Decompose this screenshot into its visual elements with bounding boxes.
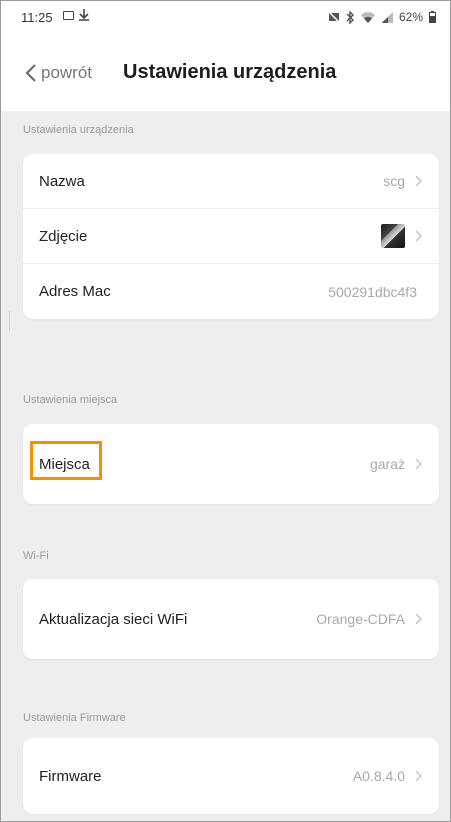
wifi-update-row[interactable]: Aktualizacja sieci WiFi Orange-CDFA (23, 579, 439, 659)
battery-percent: 62% (398, 10, 423, 24)
chevron-right-icon (415, 613, 423, 625)
firmware-label: Firmware (39, 767, 102, 785)
chevron-right-icon (415, 458, 423, 470)
firmware-settings-card: Firmware A0.8.4.0 (23, 738, 439, 814)
section-label-firmware: Ustawienia Firmware (23, 712, 126, 724)
place-value: garaż (369, 456, 405, 472)
mac-label: Adres Mac (39, 283, 111, 300)
scroll-edge (9, 311, 10, 331)
chevron-left-icon (25, 64, 36, 82)
wifi-settings-card: Aktualizacja sieci WiFi Orange-CDFA (23, 579, 439, 659)
highlight-box (30, 441, 102, 480)
status-left-icons (63, 9, 89, 21)
name-row[interactable]: Nazwa scg (23, 154, 439, 209)
download-icon (79, 9, 89, 21)
back-button[interactable]: powrót (25, 63, 92, 83)
back-label: powrót (41, 63, 93, 82)
section-label-device: Ustawienia urządzenia (23, 124, 134, 136)
bluetooth-icon (346, 10, 354, 24)
firmware-value: A0.8.4.0 (352, 768, 405, 784)
device-settings-card: Nazwa scg Zdjęcie Adres Mac 500291dbc4f3 (23, 154, 439, 319)
device-photo-thumbnail (381, 224, 405, 248)
page-title: Ustawienia urządzenia (123, 61, 337, 83)
section-label-place: Ustawienia miejsca (23, 394, 118, 406)
signal-icon (380, 11, 393, 23)
mac-row: Adres Mac 500291dbc4f3 (23, 264, 439, 319)
status-time: 11:25 (21, 10, 53, 25)
wifi-update-label: Aktualizacja sieci WiFi (39, 610, 188, 628)
photo-label: Zdjęcie (39, 227, 88, 245)
mute-icon (327, 11, 340, 23)
gallery-icon (63, 10, 74, 20)
chevron-right-icon (415, 230, 423, 242)
status-right-icons: 62% (327, 10, 436, 24)
chevron-right-icon (415, 175, 423, 187)
firmware-row[interactable]: Firmware A0.8.4.0 (23, 738, 439, 814)
nav-header: powrót Ustawienia urządzenia (1, 35, 450, 111)
name-value: scg (383, 173, 405, 189)
name-label: Nazwa (39, 172, 85, 190)
wifi-network-value: Orange-CDFA (316, 611, 405, 627)
photo-row[interactable]: Zdjęcie (23, 209, 439, 264)
status-bar: 11:25 62% (1, 1, 450, 35)
chevron-right-icon (415, 770, 423, 782)
wifi-icon (360, 11, 375, 23)
battery-icon (429, 11, 436, 23)
mac-value: 500291dbc4f3 (328, 283, 417, 300)
phone-screen: 11:25 62% powrót Ustawienia urządzenia U… (0, 0, 451, 822)
section-label-wifi: Wi-Fi (23, 550, 49, 562)
